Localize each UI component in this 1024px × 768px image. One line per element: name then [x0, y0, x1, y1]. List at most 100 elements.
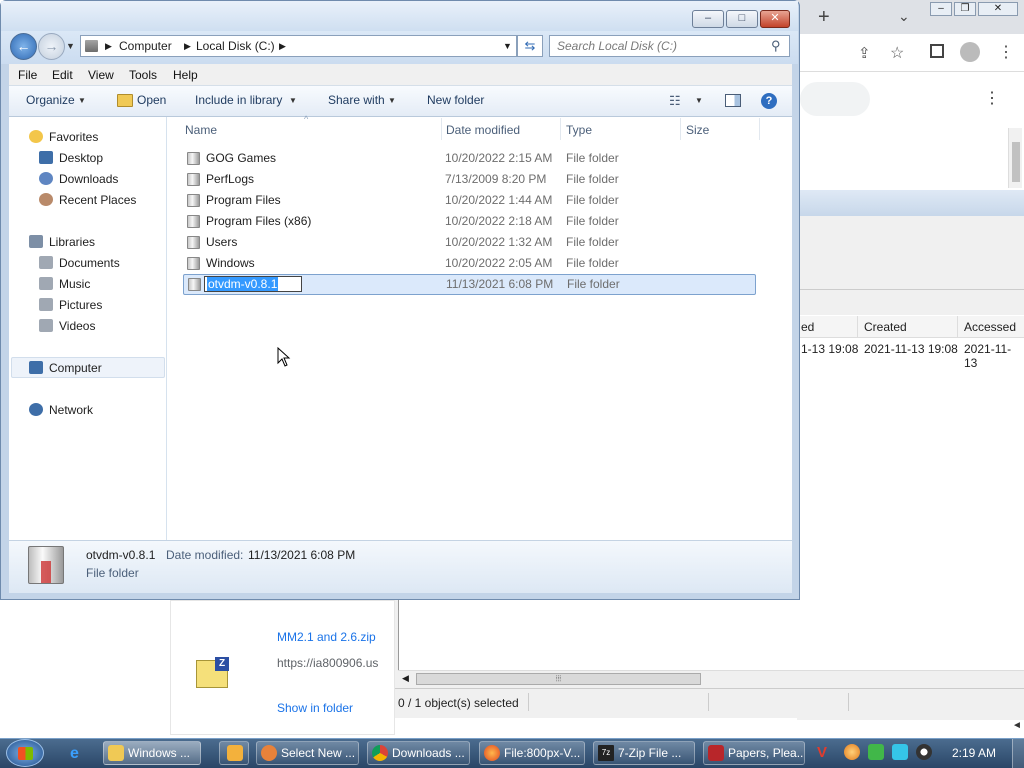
tab-search-chevron-icon[interactable]: ⌄ — [898, 8, 910, 25]
green-app-tray-icon[interactable] — [868, 744, 884, 760]
horizontal-scrollbar[interactable]: ◀ ⦙⦙⦙ — [398, 670, 1024, 687]
minimize-button[interactable]: – — [692, 10, 724, 28]
organize-button[interactable]: Organize — [26, 93, 75, 107]
start-button[interactable] — [6, 739, 44, 767]
menu-help[interactable]: Help — [173, 68, 198, 82]
taskbar-item-downloads[interactable]: Downloads ... — [367, 741, 470, 765]
menu-tools[interactable]: Tools — [129, 68, 157, 82]
file-row[interactable]: PerfLogs 7/13/2009 8:20 PM File folder — [183, 170, 756, 189]
breadcrumb-separator-icon[interactable]: ▶ — [279, 41, 286, 52]
page-scrollbar[interactable] — [1008, 128, 1022, 188]
nav-music[interactable]: Music — [39, 275, 90, 293]
breadcrumb-computer[interactable]: Computer — [119, 39, 172, 53]
download-file-name[interactable]: MM2.1 and 2.6.zip — [277, 630, 376, 644]
help-icon[interactable]: ? — [761, 93, 777, 109]
clock[interactable]: 2:19 AM — [952, 746, 996, 760]
menu-file[interactable]: File — [18, 68, 37, 82]
preview-pane-icon[interactable] — [725, 94, 741, 107]
rename-input[interactable]: otvdm-v0.8.1 — [204, 276, 302, 292]
search-input[interactable]: Search Local Disk (C:) ⚲ — [549, 35, 790, 57]
search-icon[interactable]: ⚲ — [771, 38, 781, 54]
menu-edit[interactable]: Edit — [52, 68, 73, 82]
monitor-tray-icon[interactable] — [892, 744, 908, 760]
taskbar-item-windows-explorer[interactable]: Windows ... — [103, 741, 201, 765]
file-row[interactable]: Program Files 10/20/2022 1:44 AM File fold… — [183, 191, 756, 210]
refresh-icon[interactable]: ⇆ — [517, 35, 543, 57]
page-scrollbar-thumb[interactable] — [1012, 142, 1020, 182]
view-options-icon[interactable]: ☷ — [669, 93, 681, 109]
taskbar-item-file-800px[interactable]: File:800px-V... — [479, 741, 585, 765]
nav-computer[interactable]: Computer — [29, 359, 102, 377]
search-tray-icon[interactable] — [844, 744, 860, 760]
address-bar[interactable]: ▶ Computer ▶ Local Disk (C:) ▶ ▼ — [80, 35, 517, 57]
share-icon[interactable]: ⇪ — [858, 44, 871, 62]
back-arrow-icon[interactable]: ← — [10, 33, 37, 60]
address-history-chevron-icon[interactable]: ▼ — [503, 41, 512, 51]
taskbar-item-papers-please[interactable]: Papers, Plea... — [703, 741, 805, 765]
vivaldi-tray-icon[interactable]: V — [817, 744, 833, 761]
details-date-label: Date modified: — [166, 548, 244, 562]
nav-videos[interactable]: Videos — [39, 317, 95, 335]
show-in-folder-link[interactable]: Show in folder — [277, 701, 353, 715]
show-desktop-button[interactable] — [1012, 739, 1024, 768]
column-type[interactable]: Type — [566, 123, 592, 137]
profile-avatar-icon[interactable] — [960, 42, 980, 62]
column-date-modified[interactable]: Date modified — [446, 123, 520, 137]
view-chevron-icon[interactable]: ▼ — [695, 96, 703, 105]
column-name[interactable]: Name — [185, 123, 217, 137]
computer-icon — [29, 361, 43, 374]
recent-pages-chevron-icon[interactable]: ▼ — [66, 41, 75, 51]
ie-quicklaunch-icon[interactable]: e — [70, 745, 79, 763]
downloads-menu-icon[interactable]: ⋮ — [984, 88, 1000, 108]
minimize-icon[interactable]: – — [930, 2, 952, 16]
nav-pictures[interactable]: Pictures — [39, 296, 102, 314]
side-panel-icon[interactable] — [930, 44, 944, 58]
record-tray-icon[interactable] — [916, 744, 932, 760]
breadcrumb-separator-icon[interactable]: ▶ — [105, 41, 112, 52]
taskbar-item-select-new[interactable]: Select New ... — [256, 741, 359, 765]
new-folder-button[interactable]: New folder — [427, 93, 484, 107]
menu-view[interactable]: View — [88, 68, 114, 82]
file-row[interactable]: Program Files (x86) 10/20/2022 2:18 AM Fil… — [183, 212, 756, 231]
taskbar-item-media[interactable] — [219, 741, 249, 765]
nav-libraries[interactable]: Libraries — [29, 233, 95, 251]
open-button[interactable]: Open — [137, 93, 166, 107]
breadcrumb-separator-icon[interactable]: ▶ — [184, 41, 191, 52]
close-button[interactable]: ✕ — [760, 10, 790, 28]
chrome-menu-icon[interactable]: ⋮ — [998, 42, 1014, 62]
7zip-col-modified[interactable]: ed — [801, 320, 814, 334]
nav-network[interactable]: Network — [29, 401, 93, 419]
file-row[interactable]: Windows 10/20/2022 2:05 AM File folder — [183, 254, 756, 273]
close-icon[interactable]: ✕ — [978, 2, 1018, 16]
new-tab-icon[interactable]: + — [818, 6, 830, 29]
nav-desktop[interactable]: Desktop — [39, 149, 103, 167]
7zip-row[interactable]: 1-13 19:08 2021-11-13 19:08 2021-11-13 — [801, 342, 1024, 370]
breadcrumb-local-disk[interactable]: Local Disk (C:) — [196, 39, 275, 53]
file-row-selected[interactable]: otvdm-v0.8.1 11/13/2021 6:08 PM File fol… — [183, 274, 756, 295]
column-size[interactable]: Size — [686, 123, 709, 137]
scroll-thumb[interactable]: ⦙⦙⦙ — [416, 673, 701, 685]
explorer-title-bar[interactable] — [1, 1, 798, 31]
file-type: File folder — [567, 277, 620, 291]
menu-bar: File Edit View Tools Help — [9, 64, 792, 86]
include-in-library-button[interactable]: Include in library — [195, 93, 282, 107]
maximize-button[interactable]: □ — [726, 10, 758, 28]
forward-arrow-icon[interactable]: → — [38, 33, 65, 60]
bookmark-star-icon[interactable]: ☆ — [890, 43, 904, 63]
share-with-button[interactable]: Share with — [328, 93, 385, 107]
taskbar-item-7zip[interactable]: 7z 7-Zip File ... — [593, 741, 695, 765]
folder-icon — [187, 215, 200, 228]
7zip-col-accessed[interactable]: Accessed — [964, 320, 1016, 334]
scroll-left-arrow-icon[interactable]: ◀ — [402, 673, 409, 684]
file-row[interactable]: Users 10/20/2022 1:32 AM File folder — [183, 233, 756, 252]
7zip-column-header: ed Created Accessed — [797, 316, 1024, 338]
nav-downloads[interactable]: Downloads — [39, 170, 118, 188]
file-row[interactable]: GOG Games 10/20/2022 2:15 AM File folder — [183, 149, 756, 168]
nav-favorites[interactable]: Favorites — [29, 128, 98, 146]
nav-documents[interactable]: Documents — [39, 254, 120, 272]
nav-recent-places[interactable]: Recent Places — [39, 191, 136, 209]
7zip-col-created[interactable]: Created — [864, 320, 907, 334]
restore-icon[interactable]: ❐ — [954, 2, 976, 16]
network-icon — [29, 403, 43, 416]
taskbar-label: Select New ... — [281, 746, 356, 760]
